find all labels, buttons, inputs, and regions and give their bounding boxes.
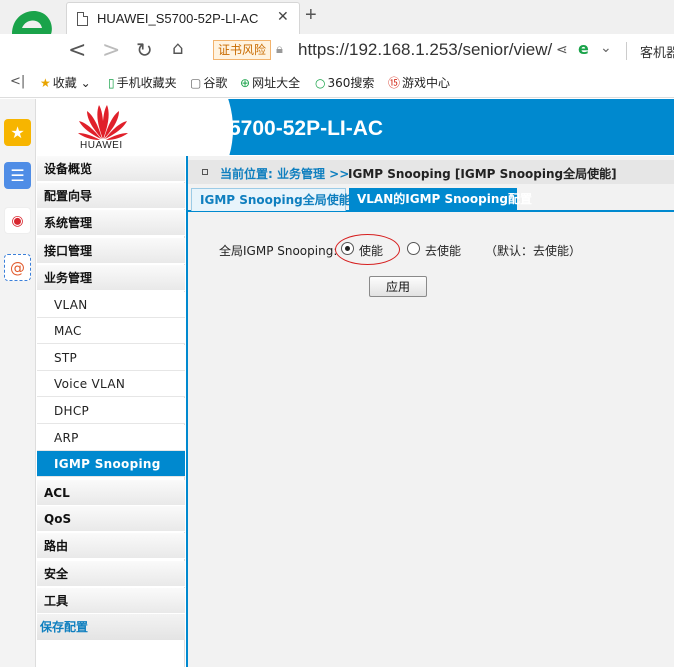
igmp-global-form: 全局IGMP Snooping: 使能 去使能 （默认：去使能） 应用	[188, 216, 674, 316]
tab-close-icon[interactable]: ✕	[277, 9, 289, 25]
address-bar: < > ↻ ⌂ 证书风险 🔒︎ https://192.168.1.253/se…	[0, 34, 674, 68]
red-highlight-ellipse	[335, 234, 400, 265]
apply-button[interactable]: 应用	[369, 276, 427, 297]
favorite-collect[interactable]: ★ 收藏 ⌄	[40, 74, 91, 91]
game-icon: ⑮	[388, 76, 401, 90]
menu-item-vlan[interactable]: VLAN	[37, 292, 185, 318]
menu-item-安全[interactable]: 安全	[37, 561, 185, 587]
chevron-down-icon[interactable]: ⌄	[600, 40, 612, 56]
bullet-icon	[202, 169, 208, 175]
favorite-game-center[interactable]: ⑮ 游戏中心	[388, 74, 450, 91]
menu-item-设备概览[interactable]: 设备概览	[37, 156, 185, 182]
address-extra-text[interactable]: 客机器	[640, 42, 674, 61]
menu-item-dhcp[interactable]: DHCP	[37, 398, 185, 424]
disable-radio-label[interactable]: 去使能	[425, 242, 461, 259]
huawei-logo-icon	[78, 105, 128, 140]
tab-title: HUAWEI_S5700-52P-LI-AC	[97, 11, 259, 26]
back-icon[interactable]: <	[68, 38, 86, 63]
favorite-directory[interactable]: ⊕ 网址大全	[240, 74, 300, 91]
favorite-360-search[interactable]: ○ 360搜索	[315, 74, 374, 91]
page-tabs: IGMP Snooping全局使能 VLAN的IGMP Snooping配置	[188, 188, 674, 212]
breadcrumb-prefix: 当前位置: 业务管理 >>	[220, 167, 350, 181]
page-icon: ▢	[190, 76, 202, 90]
menu-item-igmp-snooping[interactable]: IGMP Snooping	[37, 451, 185, 477]
default-value-note: （默认：去使能）	[485, 244, 582, 258]
certificate-warning-badge[interactable]: 证书风险	[213, 40, 272, 60]
favorite-google[interactable]: ▢ 谷歌	[190, 74, 227, 91]
menu-item-接口管理[interactable]: 接口管理	[37, 238, 185, 264]
globe-icon: ⊕	[240, 76, 251, 90]
favorites-star-icon[interactable]: ★	[4, 119, 31, 146]
menu-item-工具[interactable]: 工具	[37, 588, 185, 614]
tab-vlan-igmp-config[interactable]: VLAN的IGMP Snooping配置	[349, 188, 532, 211]
mail-icon[interactable]: @	[4, 254, 31, 281]
ie-mode-icon[interactable]: e	[578, 39, 589, 58]
favorite-mobile[interactable]: ▯ 手机收藏夹	[108, 74, 177, 91]
main-content: 当前位置: 业务管理 >> IGMP Snooping [IGMP Snoopi…	[186, 156, 674, 667]
menu-item-stp[interactable]: STP	[37, 345, 185, 371]
menu-item-arp[interactable]: ARP	[37, 425, 185, 451]
device-header: HUAWEI S5700-52P-LI-AC	[37, 99, 674, 155]
favorites-bar: <| ★ 收藏 ⌄ ▯ 手机收藏夹 ▢ 谷歌 ⊕ 网址大全 ○ 360搜索 ⑮ 游戏中心	[0, 68, 674, 98]
url-input[interactable]: https://192.168.1.253/senior/view/	[298, 40, 552, 60]
page-icon	[77, 12, 88, 26]
weibo-icon[interactable]: ◉	[4, 207, 31, 234]
divider	[626, 42, 627, 60]
huawei-logo-text: HUAWEI	[80, 140, 123, 151]
menu-item-路由[interactable]: 路由	[37, 533, 185, 559]
menu-item-系统管理[interactable]: 系统管理	[37, 210, 185, 236]
menu-item-acl[interactable]: ACL	[37, 480, 185, 506]
device-model-title: S5700-52P-LI-AC	[215, 117, 384, 140]
reload-icon[interactable]: ↻	[136, 38, 153, 62]
browser-side-dock: ★ ☰ ◉ @	[0, 99, 36, 667]
search-icon: ○	[315, 76, 326, 90]
tab-igmp-global-enable[interactable]: IGMP Snooping全局使能	[191, 188, 351, 211]
menu-item-保存配置[interactable]: 保存配置	[37, 614, 185, 640]
share-icon[interactable]: ⋖	[556, 42, 568, 58]
menu-item-配置向导[interactable]: 配置向导	[37, 183, 185, 209]
insecure-lock-icon[interactable]: 🔒︎	[276, 42, 283, 57]
browser-tab-bar: HUAWEI_S5700-52P-LI-AC ✕ +	[0, 0, 674, 52]
disable-radio[interactable]	[407, 242, 420, 255]
forward-icon[interactable]: >	[102, 38, 120, 63]
browser-tab[interactable]: HUAWEI_S5700-52P-LI-AC ✕	[66, 2, 300, 34]
news-icon[interactable]: ☰	[4, 162, 31, 189]
menu-item-mac[interactable]: MAC	[37, 318, 185, 344]
menu-item-voice-vlan[interactable]: Voice VLAN	[37, 371, 185, 397]
collapse-sidebar-icon[interactable]: <|	[10, 74, 25, 89]
phone-icon: ▯	[108, 76, 115, 90]
navigation-menu: 设备概览 配置向导 系统管理 接口管理 业务管理 VLAN MAC STP Voice VLAN…	[37, 156, 185, 667]
menu-item-业务管理[interactable]: 业务管理	[37, 265, 185, 291]
new-tab-icon[interactable]: +	[305, 4, 317, 27]
breadcrumb: 当前位置: 业务管理 >> IGMP Snooping [IGMP Snoopi…	[188, 160, 674, 184]
global-igmp-label: 全局IGMP Snooping:	[219, 244, 338, 258]
home-icon[interactable]: ⌂	[172, 38, 183, 59]
star-icon: ★	[40, 76, 51, 90]
breadcrumb-current: IGMP Snooping [IGMP Snooping全局使能]	[348, 167, 617, 181]
menu-item-qos[interactable]: QoS	[37, 506, 185, 532]
